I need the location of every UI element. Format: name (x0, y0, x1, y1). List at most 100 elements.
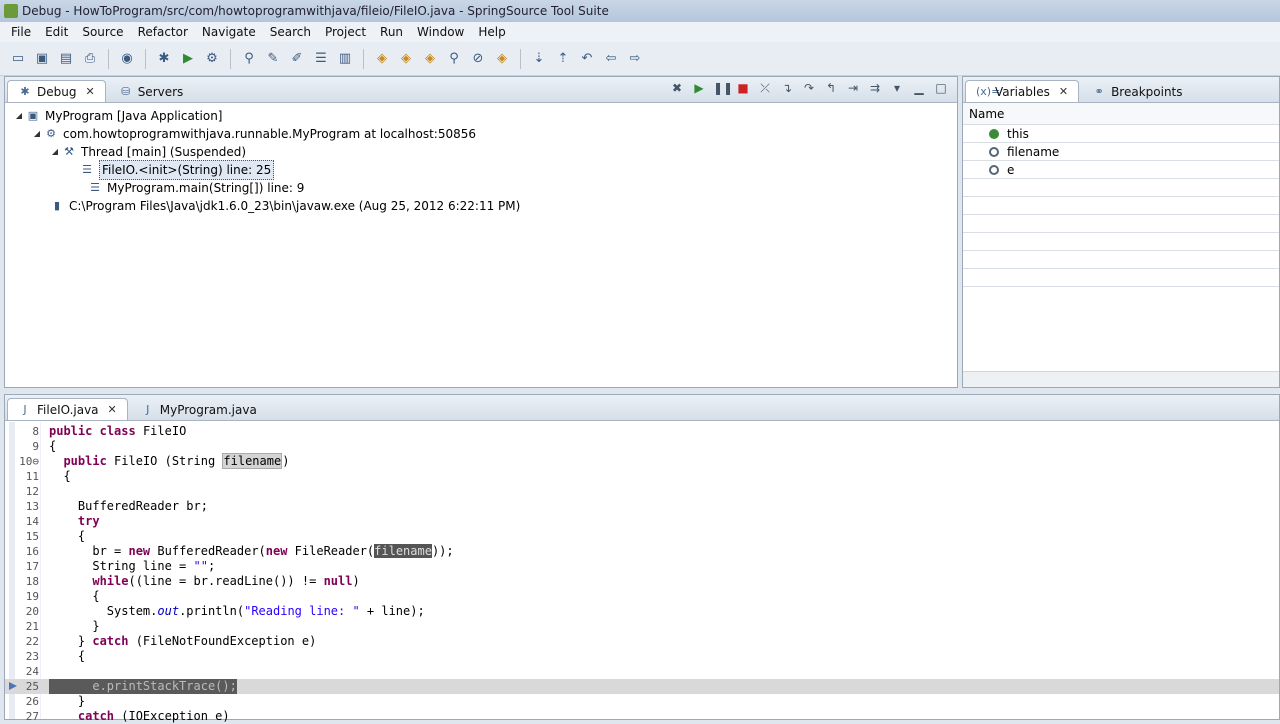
expand-icon[interactable]: ◢ (49, 143, 61, 161)
column-header-name[interactable]: Name (963, 103, 1279, 125)
code-line[interactable]: 16 br = new BufferedReader(new FileReade… (5, 544, 1279, 559)
code-line[interactable]: 18 while((line = br.readLine()) != null) (5, 574, 1279, 589)
code-line[interactable]: 10⊖ public FileIO (String filename) (5, 453, 1279, 469)
tab-debug[interactable]: ✱ Debug ✕ (7, 80, 106, 102)
next-annotation-icon[interactable]: ⇣ (529, 49, 549, 69)
spring-icon[interactable]: ◉ (117, 49, 137, 69)
menu-refactor[interactable]: Refactor (131, 22, 195, 42)
terminate-icon[interactable]: ■ (735, 80, 751, 96)
tree-item-stack-frame[interactable]: ☰ MyProgram.main(String[]) line: 9 (5, 179, 957, 197)
variable-row[interactable]: e (963, 161, 1279, 179)
process-icon: ▮ (53, 199, 61, 212)
code-line[interactable]: 9{ (5, 439, 1279, 454)
expand-icon[interactable]: ◢ (13, 107, 25, 125)
save-all-icon[interactable]: ▤ (56, 49, 76, 69)
code-line[interactable]: 23 { (5, 649, 1279, 664)
menu-project[interactable]: Project (318, 22, 373, 42)
code-line[interactable]: 24 (5, 664, 1279, 679)
menu-source[interactable]: Source (75, 22, 130, 42)
menu-search[interactable]: Search (263, 22, 318, 42)
suspend-icon[interactable]: ❚❚ (713, 80, 733, 96)
menu-help[interactable]: Help (471, 22, 512, 42)
tree-label: FileIO.<init>(String) line: 25 (99, 160, 275, 180)
disconnect-icon[interactable]: ⤫ (757, 80, 773, 96)
forward-icon[interactable]: ⇨ (625, 49, 645, 69)
menu-edit[interactable]: Edit (38, 22, 75, 42)
code-area[interactable]: 8 public class FileIO 9{10⊖ public FileIO … (5, 422, 1279, 723)
close-icon[interactable]: ✕ (1059, 85, 1068, 98)
expand-icon[interactable]: ◢ (31, 125, 43, 143)
use-step-filters-icon[interactable]: ⇉ (867, 80, 883, 96)
line-source: public FileIO (String filename) (63, 453, 290, 469)
open-folder-icon[interactable]: ◈ (396, 49, 416, 69)
search-icon[interactable]: ⚲ (444, 49, 464, 69)
open-type-icon[interactable]: ◈ (372, 49, 392, 69)
step-into-icon[interactable]: ↴ (779, 80, 795, 96)
code-line[interactable]: 15 { (5, 529, 1279, 544)
save-icon[interactable]: ▣ (32, 49, 52, 69)
menu-navigate[interactable]: Navigate (195, 22, 263, 42)
code-line[interactable]: 21 } (5, 619, 1279, 634)
tab-servers[interactable]: ⛁ Servers (108, 80, 195, 102)
last-edit-icon[interactable]: ↶ (577, 49, 597, 69)
tree-label: MyProgram.main(String[]) line: 9 (107, 181, 305, 195)
back-icon[interactable]: ⇦ (601, 49, 621, 69)
code-line[interactable]: 14 try (5, 514, 1279, 529)
mark-icon[interactable]: ✐ (287, 49, 307, 69)
run-icon[interactable]: ▶ (178, 49, 198, 69)
variable-row[interactable]: filename (963, 143, 1279, 161)
view-menu-icon[interactable]: ▾ (889, 80, 905, 96)
remove-terminated-icon[interactable]: ✖ (669, 80, 685, 96)
tree-item-process[interactable]: ▮ C:\Program Files\Java\jdk1.6.0_23\bin\… (5, 197, 957, 215)
tab-myprogram-java[interactable]: J MyProgram.java (130, 398, 268, 420)
drop-to-frame-icon[interactable]: ⇥ (845, 80, 861, 96)
open-resource-icon[interactable]: ◈ (420, 49, 440, 69)
horizontal-scrollbar[interactable] (963, 371, 1279, 387)
code-line[interactable]: 22 } catch (FileNotFoundException e) (5, 634, 1279, 649)
menu-run[interactable]: Run (373, 22, 410, 42)
tree-item-vm[interactable]: ◢ ⚙ com.howtoprogramwithjava.runnable.My… (5, 125, 957, 143)
close-icon[interactable]: ✕ (85, 85, 94, 98)
code-line[interactable]: 11 { (5, 469, 1279, 484)
local-variable-icon (989, 146, 999, 157)
code-line[interactable]: 20 System.out.println("Reading line: " +… (5, 604, 1279, 619)
new-icon[interactable]: ▭ (8, 49, 28, 69)
variable-name: e (1007, 162, 1015, 177)
variable-row[interactable]: this (963, 125, 1279, 143)
code-line[interactable]: 25 e.printStackTrace(); (5, 679, 1279, 694)
code-line[interactable]: 26 } (5, 694, 1279, 709)
edit-icon[interactable]: ✎ (263, 49, 283, 69)
code-line[interactable]: 19 { (5, 589, 1279, 604)
tree-item-launch[interactable]: ◢ ▣ MyProgram [Java Application] (5, 107, 957, 125)
line-number: 8 (32, 425, 39, 438)
outline-icon[interactable]: ☰ (311, 49, 331, 69)
step-return-icon[interactable]: ↰ (823, 80, 839, 96)
tree-item-stack-frame[interactable]: ☰ FileIO.<init>(String) line: 25 (5, 160, 957, 180)
tab-label: Servers (137, 84, 184, 99)
tree-item-thread[interactable]: ◢ ⚒ Thread [main] (Suspended) (5, 143, 957, 161)
code-line[interactable]: 13 BufferedReader br; (5, 499, 1279, 514)
step-over-icon[interactable]: ↷ (801, 80, 817, 96)
resume-icon[interactable]: ▶ (691, 80, 707, 96)
menu-file[interactable]: File (4, 22, 38, 42)
debug-icon[interactable]: ✱ (154, 49, 174, 69)
toggle-breakpoint-icon[interactable]: ⚲ (239, 49, 259, 69)
line-number: 15 (25, 530, 39, 543)
maximize-icon[interactable]: □ (933, 80, 949, 96)
prev-annotation-icon[interactable]: ⇡ (553, 49, 573, 69)
code-line[interactable]: 27 catch (IOException e) (5, 709, 1279, 724)
close-icon[interactable]: ✕ (108, 403, 117, 416)
minimize-icon[interactable]: ▁ (911, 80, 927, 96)
columns-icon[interactable]: ▥ (335, 49, 355, 69)
code-line[interactable]: 17 String line = ""; (5, 559, 1279, 574)
tab-fileio-java[interactable]: J FileIO.java ✕ (7, 398, 128, 420)
external-tools-icon[interactable]: ⚙ (202, 49, 222, 69)
tab-breakpoints[interactable]: ⚭ Breakpoints (1081, 80, 1193, 102)
task-icon[interactable]: ⊘ (468, 49, 488, 69)
task-list-icon[interactable]: ◈ (492, 49, 512, 69)
code-line[interactable]: 8 public class FileIO (5, 424, 1279, 439)
tab-variables[interactable]: (x)= Variables ✕ (965, 80, 1080, 102)
code-line[interactable]: 12 (5, 484, 1279, 499)
menu-window[interactable]: Window (410, 22, 471, 42)
print-icon[interactable]: ⎙ (80, 49, 100, 69)
